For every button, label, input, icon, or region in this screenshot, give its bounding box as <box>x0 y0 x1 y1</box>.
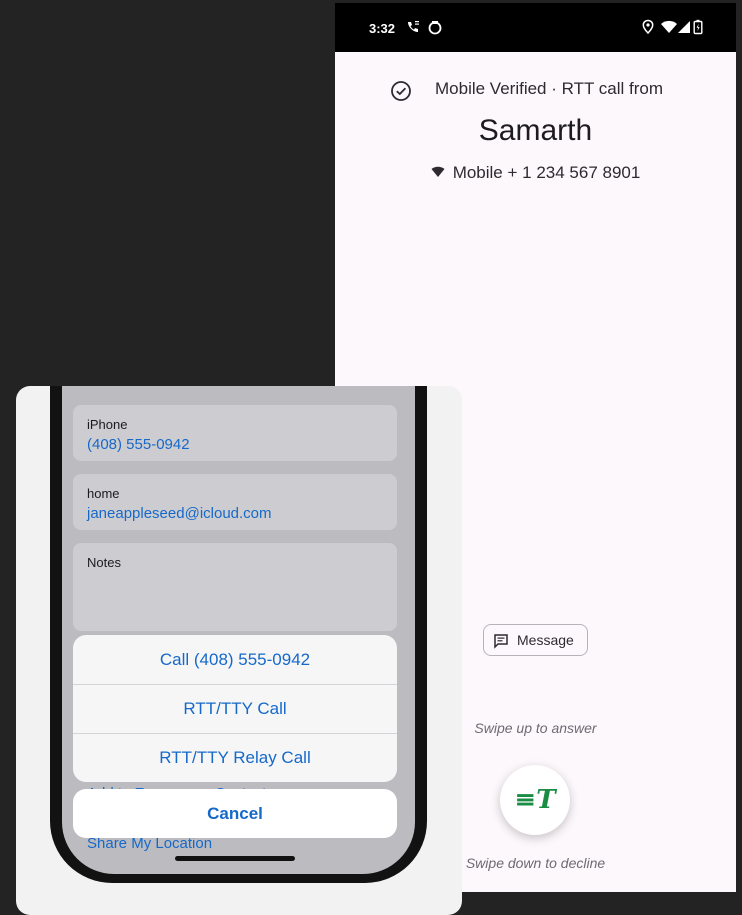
verified-label: Mobile Verified · RTT call from <box>435 79 663 98</box>
call-number-option[interactable]: Call (408) 555-0942 <box>73 635 397 684</box>
call-action-sheet: Call (408) 555-0942 RTT/TTY Call RTT/TTY… <box>73 635 397 782</box>
battery-icon <box>693 19 703 35</box>
phone-number-link[interactable]: (408) 555-0942 <box>87 436 190 453</box>
caller-number-row: Mobile + 1 234 567 8901 <box>335 163 736 183</box>
email-cell[interactable]: home janeappleseed@icloud.com <box>73 474 397 530</box>
iphone-screenshot-card: iPhone (408) 555-0942 home janeappleseed… <box>16 386 462 915</box>
notes-cell-label: Notes <box>87 555 121 570</box>
iphone-frame: iPhone (408) 555-0942 home janeappleseed… <box>50 386 427 883</box>
cancel-button[interactable]: Cancel <box>73 789 397 838</box>
rtt-call-icon <box>408 21 419 32</box>
rtt-tty-call-option[interactable]: RTT/TTY Call <box>73 684 397 733</box>
caller-name: Samarth <box>478 114 593 147</box>
location-icon <box>642 19 654 35</box>
app-indicator-icon <box>428 21 442 35</box>
cell-signal-icon <box>678 21 690 33</box>
iphone-screen: iPhone (408) 555-0942 home janeappleseed… <box>62 386 415 874</box>
wifi-call-icon <box>431 166 445 178</box>
notes-cell[interactable]: Notes <box>73 543 397 631</box>
verified-check-icon <box>391 81 411 101</box>
message-button[interactable]: Message <box>483 624 588 656</box>
caller-number: Mobile + 1 234 567 8901 <box>452 163 641 182</box>
message-icon <box>494 634 508 649</box>
answer-rtt-button[interactable]: ≡T <box>500 765 570 835</box>
home-indicator[interactable] <box>175 856 295 861</box>
status-time: 3:32 <box>369 21 396 36</box>
status-bar: 3:32 <box>335 3 736 52</box>
message-label: Message <box>517 632 574 648</box>
rtt-tty-relay-call-option[interactable]: RTT/TTY Relay Call <box>73 733 397 782</box>
email-cell-label: home <box>87 486 120 501</box>
rtt-icon: ≡T <box>514 785 556 815</box>
phone-cell-label: iPhone <box>87 417 128 432</box>
wifi-icon <box>661 20 677 33</box>
verified-row: Mobile Verified · RTT call from <box>335 76 736 106</box>
email-link[interactable]: janeappleseed@icloud.com <box>87 505 272 522</box>
phone-cell[interactable]: iPhone (408) 555-0942 <box>73 405 397 461</box>
